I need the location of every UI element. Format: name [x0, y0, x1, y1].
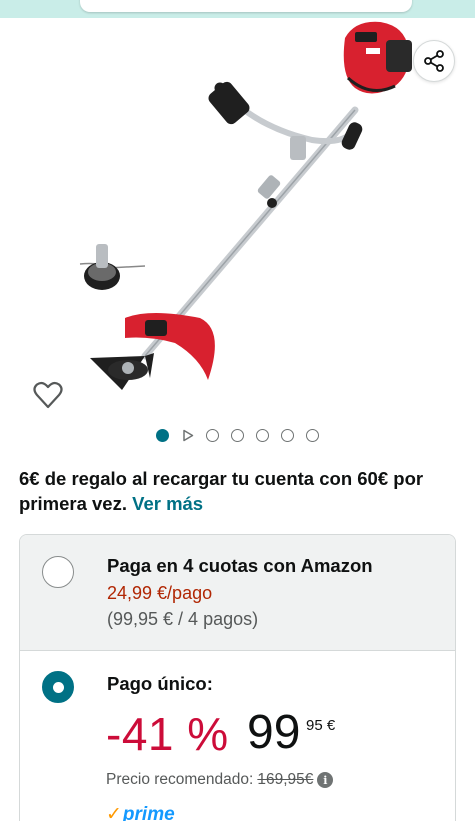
see-more-link[interactable]: Ver más: [132, 493, 203, 514]
promo-banner: 6€ de regalo al recargar tu cuenta con 6…: [19, 466, 459, 516]
installments-radio[interactable]: [42, 556, 74, 588]
installment-price: 24,99 €/pago: [107, 583, 213, 603]
info-icon[interactable]: i: [317, 772, 334, 788]
add-to-wishlist-button[interactable]: [30, 378, 66, 412]
prime-check-icon: ✓: [106, 804, 122, 821]
product-image: [79, 21, 412, 390]
share-icon: [424, 50, 444, 72]
single-payment-option[interactable]: Pago único: -41 % 99 95 € Precio recomen…: [20, 651, 455, 821]
prime-badge: ✓ prime: [106, 803, 175, 821]
single-payment-radio[interactable]: [42, 671, 74, 703]
price-fraction: 95 €: [306, 717, 336, 734]
rrp-value: 169,95€: [257, 771, 314, 788]
recommended-price: Precio recomendado: 169,95€ i: [106, 771, 334, 789]
installments-option[interactable]: Paga en 4 cuotas con Amazon 24,99 €/pago…: [20, 535, 455, 651]
video-play-icon[interactable]: [181, 429, 194, 442]
single-payment-title: Pago único:: [107, 673, 213, 694]
pager-dot[interactable]: [231, 428, 244, 442]
promo-text: 6€ de regalo al recargar tu cuenta con 6…: [19, 468, 424, 514]
search-bar[interactable]: [80, 0, 412, 12]
image-pager[interactable]: [0, 427, 475, 443]
heart-outline-icon: [33, 381, 63, 409]
rrp-label: Precio recomendado:: [106, 771, 254, 788]
pager-dot[interactable]: [281, 428, 294, 442]
pager-dot-active[interactable]: [156, 428, 169, 442]
pager-dot[interactable]: [306, 428, 319, 442]
prime-label: prime: [122, 804, 175, 821]
pager-dot[interactable]: [206, 428, 219, 442]
discount-percent: -41 %: [106, 708, 229, 760]
share-button[interactable]: [413, 40, 455, 82]
price-whole: 99: [247, 706, 301, 759]
product-image-gallery[interactable]: [0, 18, 475, 418]
pager-dot[interactable]: [256, 428, 269, 442]
installments-title: Paga en 4 cuotas con Amazon: [107, 555, 373, 576]
installment-total: (99,95 € / 4 pagos): [107, 609, 259, 629]
payment-options: Paga en 4 cuotas con Amazon 24,99 €/pago…: [19, 534, 456, 821]
